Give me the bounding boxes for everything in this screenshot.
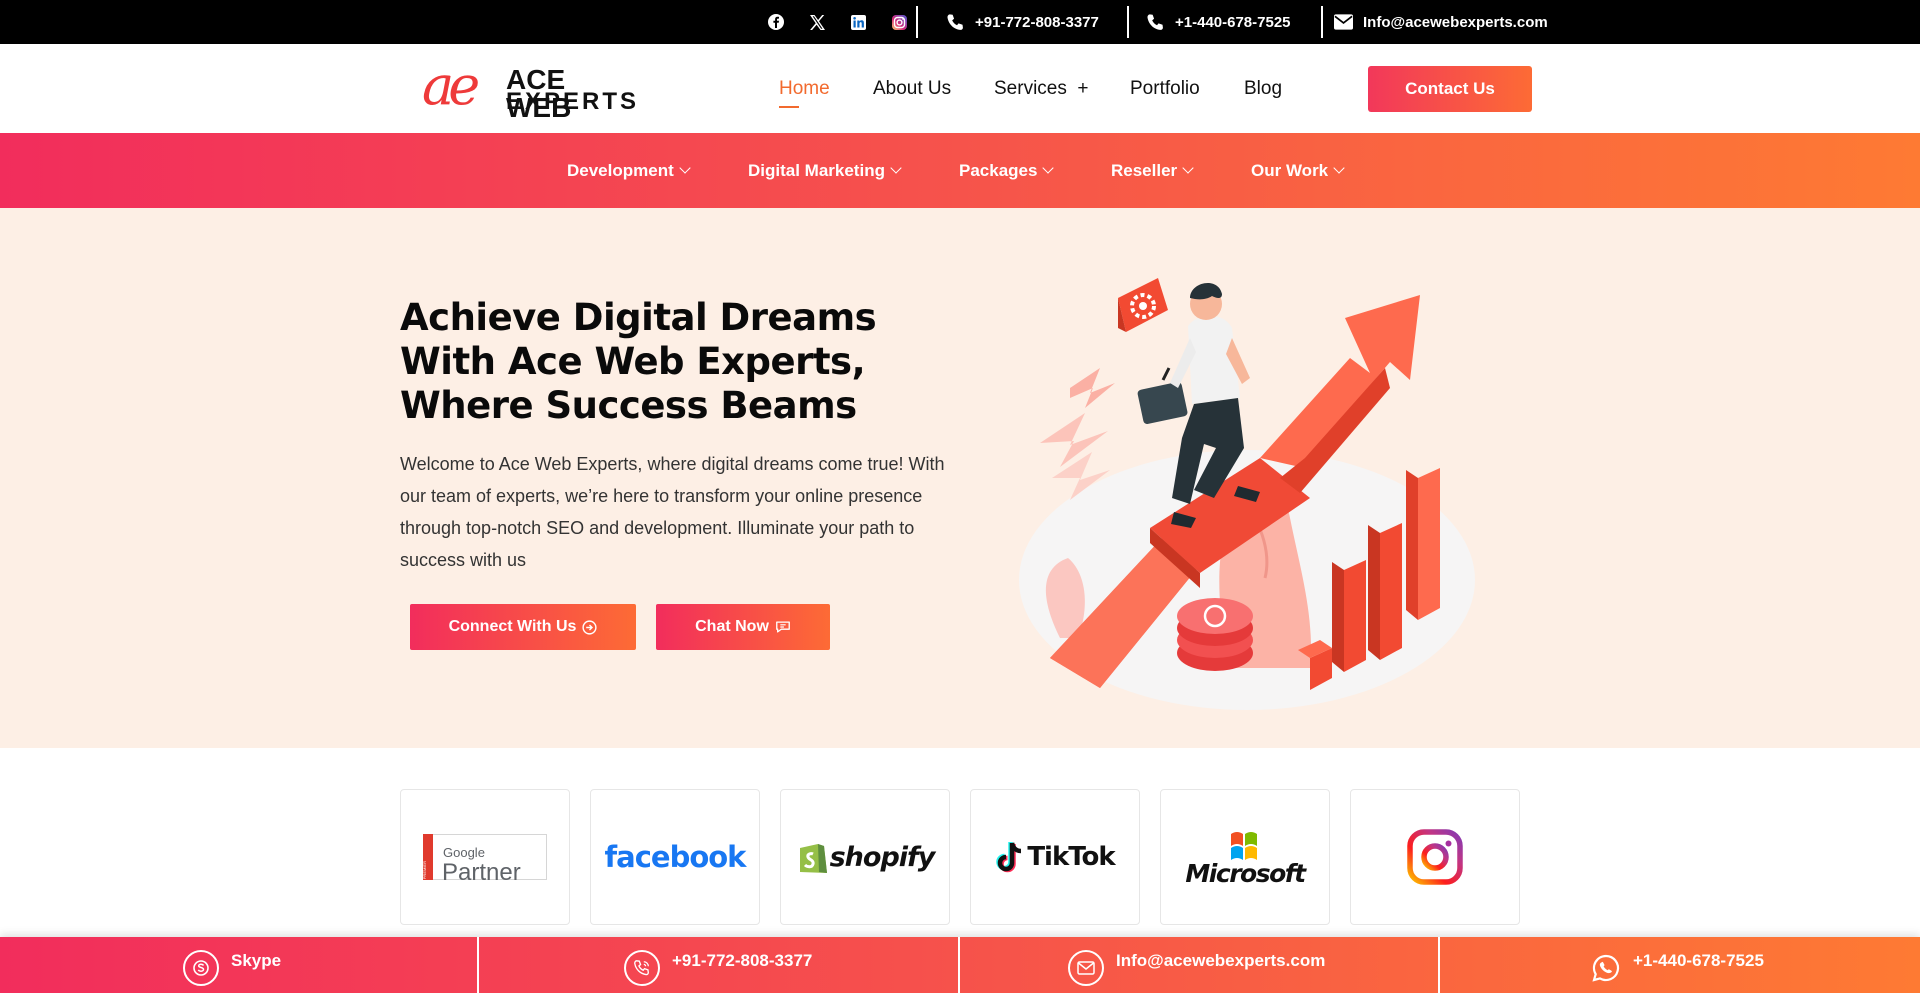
divider	[1127, 6, 1129, 38]
subnav-reseller-label: Reseller	[1111, 160, 1178, 180]
nav-services-label: Services	[994, 78, 1067, 99]
hero-title: Achieve Digital Dreams With Ace Web Expe…	[400, 296, 877, 427]
partner-card-tiktok: TikTok	[970, 789, 1140, 925]
facebook-icon[interactable]	[766, 12, 786, 32]
partner-card-google: PREMIER Google Partner	[400, 789, 570, 925]
chevron-down-icon	[1182, 162, 1194, 174]
sticky-contact-bar: Skype +91-772-808-3377 Info@acewebexpert…	[0, 937, 1920, 993]
subnav-packages-label: Packages	[959, 160, 1038, 180]
partner-card-facebook: facebook	[590, 789, 760, 925]
phone-icon	[947, 13, 963, 30]
whatsapp-icon	[1591, 950, 1621, 986]
footer-email-label: Info@acewebexperts.com	[1116, 951, 1326, 970]
facebook-logo: facebook	[604, 840, 747, 874]
contact-us-button[interactable]: Contact Us	[1368, 66, 1532, 112]
top-phone-link-2[interactable]: +1-440-678-7525	[1146, 0, 1291, 44]
nav-blog[interactable]: Blog	[1244, 76, 1282, 102]
subnav-development-label: Development	[567, 160, 674, 180]
top-phone-link-1[interactable]: +91-772-808-3377	[946, 0, 1099, 44]
tiktok-note-icon	[996, 842, 1022, 873]
microsoft-logo: Microsoft	[1185, 859, 1306, 888]
footer-phone-link[interactable]: +91-772-808-3377	[624, 937, 812, 993]
top-phone-1: +91-772-808-3377	[975, 13, 1099, 31]
phone-icon	[1147, 13, 1163, 30]
logo-mark: ae	[422, 54, 480, 117]
footer-whatsapp-link[interactable]: +1-440-678-7525	[1591, 937, 1764, 993]
partner-card-microsoft: Microsoft	[1160, 789, 1330, 925]
subnav-development[interactable]: Development	[567, 133, 691, 208]
divider	[477, 937, 479, 993]
instagram-logo	[1407, 829, 1463, 885]
divider	[1438, 937, 1440, 993]
nav-home[interactable]: Home	[779, 76, 830, 102]
divider	[1321, 6, 1323, 38]
instagram-icon[interactable]	[889, 12, 909, 32]
top-email-link[interactable]: Info@acewebexperts.com	[1334, 0, 1548, 44]
envelope-icon	[1334, 14, 1353, 30]
tiktok-logo: TikTok	[1027, 842, 1115, 872]
nav-active-indicator	[779, 106, 799, 108]
main-header	[0, 44, 1920, 133]
google-wordmark: Google	[443, 845, 485, 860]
envelope-icon	[1068, 950, 1104, 986]
premier-badge: PREMIER	[422, 861, 427, 880]
linkedin-icon[interactable]	[848, 12, 868, 32]
top-bar: +91-772-808-3377 +1-440-678-7525 Info@ac…	[0, 0, 1920, 44]
nav-portfolio[interactable]: Portfolio	[1130, 76, 1200, 102]
chevron-down-icon	[1042, 162, 1055, 174]
subnav-our-work[interactable]: Our Work	[1251, 133, 1345, 208]
phone-call-icon	[624, 950, 660, 986]
top-email: Info@acewebexperts.com	[1363, 13, 1548, 31]
hero-description: Welcome to Ace Web Experts, where digita…	[400, 454, 945, 570]
skype-icon	[183, 950, 219, 986]
chevron-down-icon	[679, 162, 691, 174]
divider	[958, 937, 960, 993]
nav-services[interactable]: Services +	[994, 76, 1089, 102]
chevron-down-icon	[890, 162, 902, 174]
x-twitter-icon[interactable]	[807, 12, 827, 32]
footer-phone-label: +91-772-808-3377	[672, 951, 813, 970]
hero-section	[0, 208, 1920, 748]
footer-skype-link[interactable]: Skype	[183, 937, 281, 993]
nav-services-plus: +	[1077, 78, 1089, 99]
divider	[916, 6, 918, 38]
subnav-digital-marketing[interactable]: Digital Marketing	[748, 133, 902, 208]
microsoft-flag-icon	[1231, 832, 1257, 860]
connect-with-us-button[interactable]: Connect With Us	[410, 604, 636, 650]
nav-about[interactable]: About Us	[873, 76, 951, 102]
top-phone-2: +1-440-678-7525	[1175, 13, 1291, 31]
shopify-bag-icon	[799, 844, 827, 873]
arrow-circle-right-icon	[582, 619, 598, 635]
growth-illustration	[1019, 278, 1475, 710]
subnav-reseller[interactable]: Reseller	[1111, 133, 1194, 208]
footer-skype-label: Skype	[231, 951, 282, 970]
footer-whatsapp-label: +1-440-678-7525	[1633, 951, 1764, 970]
subnav-packages[interactable]: Packages	[959, 133, 1055, 208]
partner-card-instagram	[1350, 789, 1520, 925]
chat-now-label: Chat Now	[695, 618, 769, 635]
chat-now-button[interactable]: Chat Now	[656, 604, 830, 650]
chat-bubble-icon	[776, 621, 790, 633]
connect-with-us-label: Connect With Us	[448, 618, 577, 635]
partner-card-shopify: shopify	[780, 789, 950, 925]
sub-navigation: Development Digital Marketing Packages R…	[0, 133, 1920, 208]
subnav-digital-marketing-label: Digital Marketing	[748, 160, 885, 180]
logo-line-2: EXPERTS	[506, 88, 640, 115]
partner-wordmark: Partner	[442, 859, 521, 886]
site-logo[interactable]: ae ACE WEB EXPERTS	[422, 56, 640, 122]
footer-email-link[interactable]: Info@acewebexperts.com	[1068, 937, 1325, 993]
chevron-down-icon	[1333, 162, 1345, 174]
subnav-our-work-label: Our Work	[1251, 160, 1329, 180]
shopify-logo: shopify	[829, 841, 936, 873]
